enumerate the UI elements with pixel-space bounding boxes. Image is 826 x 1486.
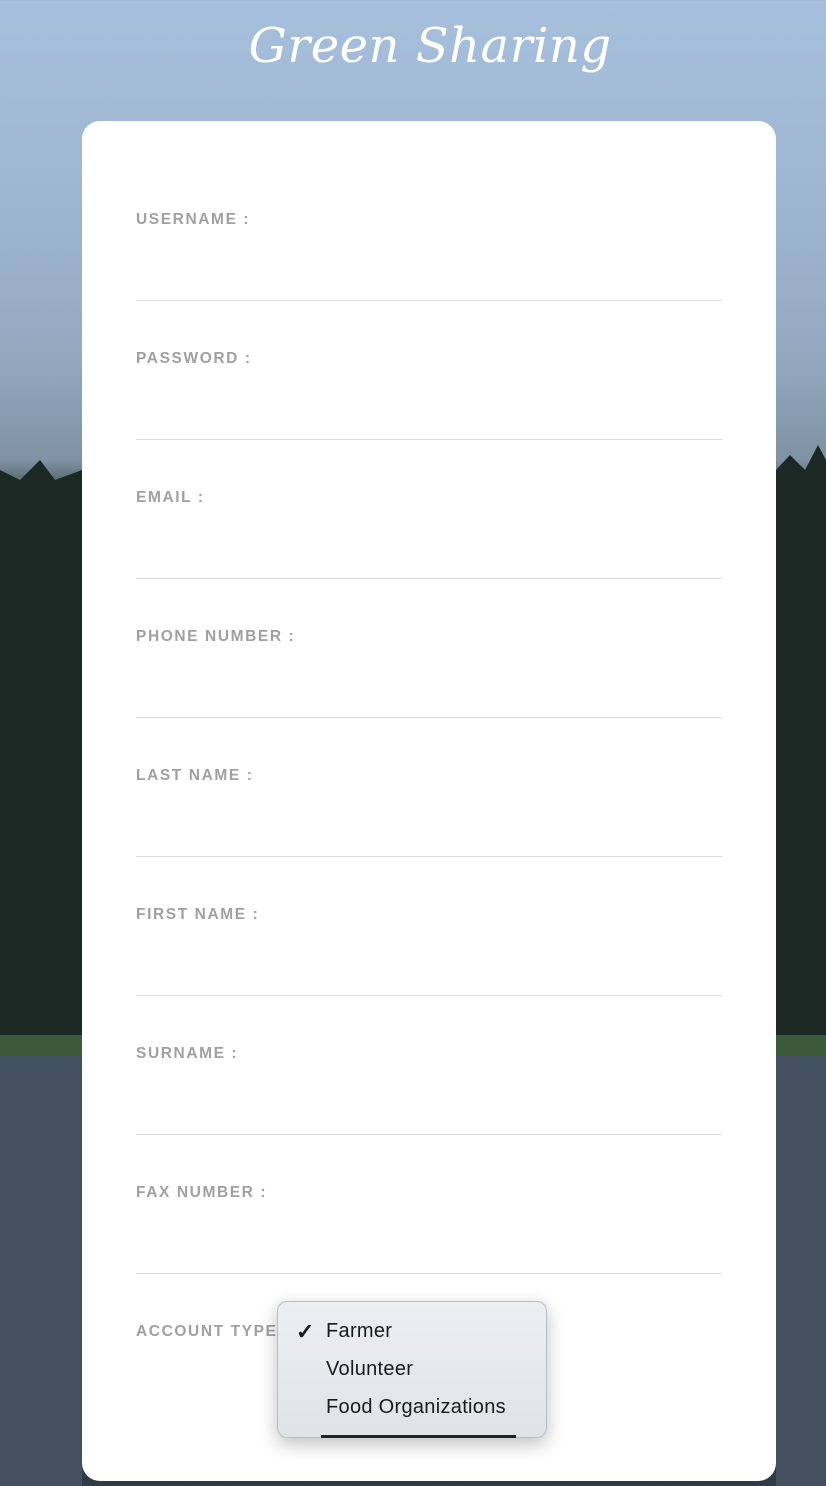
phone-number-input[interactable]	[136, 658, 722, 718]
fax-number-label: FAX NUMBER :	[136, 1184, 268, 1201]
last-name-input[interactable]	[136, 797, 722, 857]
account-type-option-food-organizations[interactable]: Food Organizations	[278, 1390, 546, 1426]
password-input[interactable]	[136, 380, 722, 440]
phone-number-field: PHONE NUMBER :	[136, 628, 722, 767]
first-name-input[interactable]	[136, 936, 722, 996]
first-name-field: FIRST NAME :	[136, 906, 722, 1045]
last-name-field: LAST NAME :	[136, 767, 722, 906]
password-label: PASSWORD :	[136, 350, 252, 367]
option-label: Volunteer	[326, 1358, 414, 1380]
surname-label: SURNAME :	[136, 1045, 239, 1062]
username-input[interactable]	[136, 241, 722, 301]
last-name-label: LAST NAME :	[136, 767, 254, 784]
account-type-option-volunteer[interactable]: Volunteer	[278, 1352, 546, 1388]
signup-card: USERNAME : PASSWORD : EMAIL : PHONE NUMB…	[82, 121, 776, 1481]
phone-number-label: PHONE NUMBER :	[136, 628, 296, 645]
account-type-label: ACCOUNT TYPE	[136, 1323, 278, 1340]
password-field: PASSWORD :	[136, 350, 722, 489]
first-name-label: FIRST NAME :	[136, 906, 260, 923]
email-label: EMAIL :	[136, 489, 205, 506]
app-title: Green Sharing	[248, 18, 612, 74]
account-type-option-farmer[interactable]: ✓ Farmer	[278, 1314, 546, 1350]
option-label: Food Organizations	[326, 1396, 506, 1418]
option-label: Farmer	[326, 1320, 393, 1342]
surname-field: SURNAME :	[136, 1045, 722, 1184]
checkmark-icon: ✓	[296, 1319, 315, 1344]
surname-input[interactable]	[136, 1075, 722, 1135]
fax-number-input[interactable]	[136, 1214, 722, 1274]
username-field: USERNAME :	[136, 211, 722, 350]
email-field: EMAIL :	[136, 489, 722, 628]
select-underline	[321, 1435, 516, 1438]
username-label: USERNAME :	[136, 211, 251, 228]
account-type-dropdown[interactable]: ✓ Farmer Volunteer Food Organizations	[277, 1301, 547, 1438]
email-input[interactable]	[136, 519, 722, 579]
